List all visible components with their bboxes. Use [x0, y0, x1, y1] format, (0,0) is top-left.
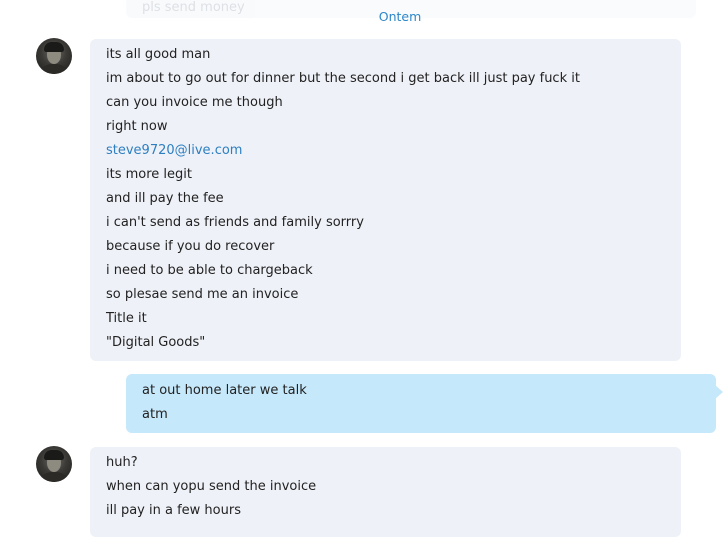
incoming-message-bubble[interactable]: huh? when can yopu send the invoice ill … — [90, 447, 681, 537]
avatar-shoulders — [38, 64, 70, 74]
message-line: i can't send as friends and family sorrr… — [106, 215, 364, 230]
message-line: at out home later we talk — [142, 383, 307, 398]
message-line: Title it — [106, 311, 147, 326]
date-divider: Ontem — [378, 9, 422, 24]
message-line: atm — [142, 407, 168, 422]
message-line: "Digital Goods" — [106, 335, 206, 350]
message-line: i need to be able to chargeback — [106, 263, 313, 278]
contact-avatar[interactable] — [36, 38, 72, 74]
avatar-shoulders — [38, 472, 70, 482]
message-line: its all good man — [106, 47, 211, 62]
bubble-tail — [715, 385, 723, 399]
avatar-cap — [44, 450, 64, 460]
message-line: and ill pay the fee — [106, 191, 224, 206]
incoming-message-bubble[interactable]: its all good man im about to go out for … — [90, 39, 681, 361]
message-line: ill pay in a few hours — [106, 503, 241, 518]
email-link[interactable]: steve9720@live.com — [106, 141, 242, 161]
message-line: huh? — [106, 455, 138, 470]
contact-avatar[interactable] — [36, 446, 72, 482]
message-line: because if you do recover — [106, 239, 275, 254]
message-line: when can yopu send the invoice — [106, 479, 317, 494]
avatar-cap — [44, 42, 64, 52]
message-line: its more legit — [106, 167, 192, 182]
message-line: im about to go out for dinner but the se… — [106, 71, 580, 86]
message-line: can you invoice me though — [106, 95, 283, 110]
message-line: right now — [106, 119, 168, 134]
message-line: so plesae send me an invoice — [106, 287, 299, 302]
outgoing-message-bubble[interactable]: at out home later we talk atm — [126, 374, 723, 433]
